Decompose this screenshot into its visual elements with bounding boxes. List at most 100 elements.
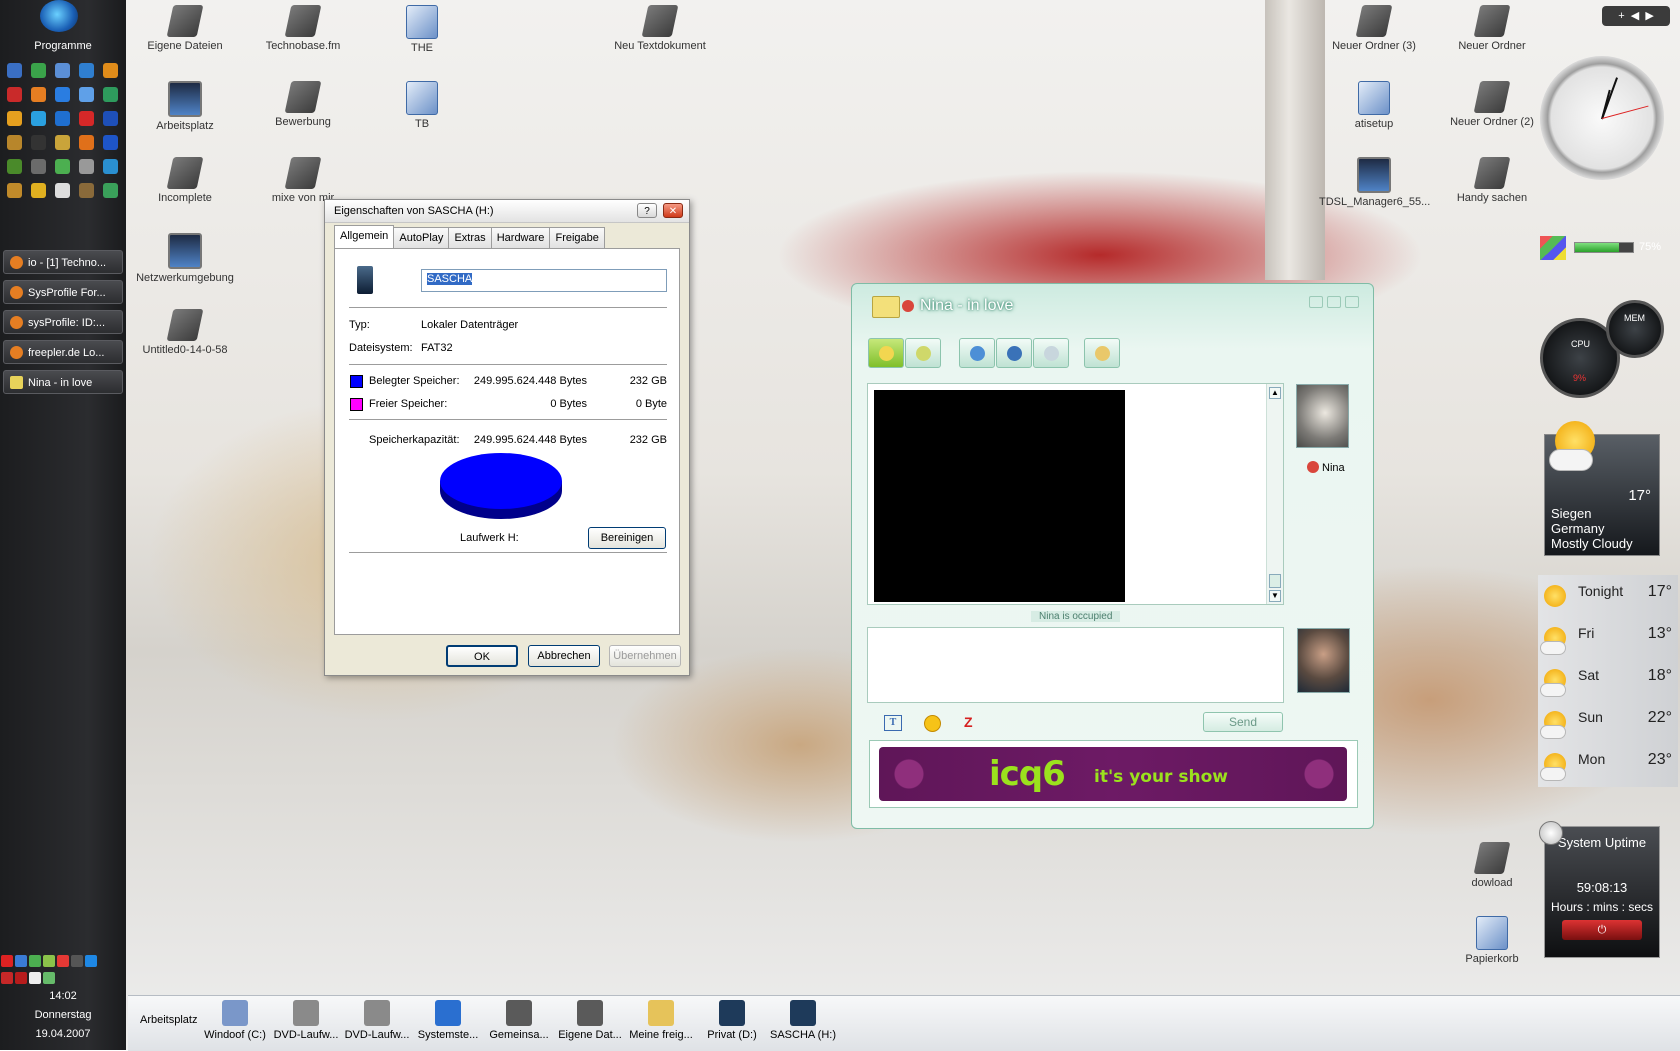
desktop-icon[interactable]: Neuer Ordner — [1437, 5, 1547, 52]
ok-button[interactable]: OK — [446, 645, 518, 667]
dock-item[interactable]: DVD-Laufw... — [270, 1000, 342, 1041]
quick-launch-icon[interactable] — [79, 159, 94, 174]
desktop-icon[interactable]: Bewerbung — [248, 81, 358, 128]
desktop-icon[interactable]: Neuer Ordner (3) — [1319, 5, 1429, 52]
close-icon[interactable] — [1345, 296, 1359, 308]
dock-item[interactable]: Privat (D:) — [696, 1000, 768, 1041]
cancel-button[interactable]: Abbrechen — [528, 645, 600, 667]
quick-launch-icon[interactable] — [79, 135, 94, 150]
taskbar-button-firefox-4[interactable]: freepler.de Lo... — [3, 340, 123, 364]
quick-launch-icon[interactable] — [55, 135, 70, 150]
scroll-down-icon[interactable]: ▼ — [1269, 590, 1281, 602]
dock-item[interactable]: SASCHA (H:) — [767, 1000, 839, 1041]
users-icon[interactable] — [43, 955, 55, 967]
start-orb-icon[interactable] — [40, 0, 78, 32]
tray-clock-time[interactable]: 14:02 — [0, 990, 126, 1002]
desktop-icon[interactable]: Eigene Dateien — [130, 5, 240, 52]
tab-freigabe[interactable]: Freigabe — [549, 227, 605, 248]
programs-label[interactable]: Programme — [0, 40, 126, 52]
desktop-icon[interactable]: Technobase.fm — [248, 5, 358, 52]
memory-meter-gadget[interactable]: 75% — [1540, 236, 1665, 260]
advertisement-banner[interactable]: icq6 it's your show — [869, 740, 1358, 808]
power-icon[interactable]: ⏻ — [1562, 920, 1642, 940]
quick-launch-icon[interactable] — [31, 111, 46, 126]
buzz-icon[interactable]: Z — [964, 714, 973, 730]
taskbar-button-firefox-2[interactable]: SysProfile For... — [3, 280, 123, 304]
volume-icon[interactable] — [29, 972, 41, 984]
quick-launch-icon[interactable] — [31, 183, 46, 198]
quick-launch-icon[interactable] — [7, 159, 22, 174]
quick-launch-icon[interactable] — [79, 183, 94, 198]
video-call-button[interactable] — [996, 338, 1032, 368]
previous-page-icon[interactable]: ◀ — [1631, 10, 1639, 22]
desktop-icon[interactable]: THE — [367, 5, 477, 54]
taskbar-button-firefox-1[interactable]: io - [1] Techno... — [3, 250, 123, 274]
desktop-icon[interactable]: Incomplete — [130, 157, 240, 204]
quick-launch-icon[interactable] — [31, 87, 46, 102]
calendar-icon[interactable] — [57, 955, 69, 967]
voice-call-button[interactable] — [959, 338, 995, 368]
quick-launch-icon[interactable] — [55, 183, 70, 198]
quick-launch-icon[interactable] — [103, 135, 118, 150]
quick-launch-icon[interactable] — [55, 111, 70, 126]
quick-launch-icon[interactable] — [7, 135, 22, 150]
settings-icon[interactable] — [85, 955, 97, 967]
quick-launch-icon[interactable] — [7, 111, 22, 126]
shield-icon[interactable] — [15, 972, 27, 984]
send-button[interactable]: Send — [1203, 712, 1283, 732]
chat-window-title[interactable]: Nina - in love — [920, 297, 1013, 315]
quick-launch-icon[interactable] — [79, 63, 94, 78]
message-history[interactable]: ▲ ▼ — [867, 383, 1284, 605]
dialog-titlebar[interactable]: Eigenschaften von SASCHA (H:) ? ✕ — [325, 200, 689, 223]
quick-launch-icon[interactable] — [103, 111, 118, 126]
network-icon[interactable] — [15, 955, 27, 967]
quick-launch-icon[interactable] — [103, 87, 118, 102]
tab-autoplay[interactable]: AutoPlay — [393, 227, 450, 248]
drive-name-field[interactable]: SASCHA — [421, 269, 667, 292]
scroll-thumb[interactable] — [1269, 574, 1281, 588]
quick-launch-icon[interactable] — [31, 63, 46, 78]
quick-launch-icon[interactable] — [55, 159, 70, 174]
dock-item[interactable]: Systemste... — [412, 1000, 484, 1041]
close-button[interactable]: ✕ — [663, 203, 683, 218]
message-input[interactable] — [867, 627, 1284, 703]
add-gadget-icon[interactable]: + — [1618, 10, 1624, 22]
sms-mode-button[interactable] — [905, 338, 941, 368]
desktop-icon[interactable]: Netzwerkumgebung — [130, 233, 240, 284]
history-button[interactable] — [1084, 338, 1120, 368]
apply-button[interactable]: Übernehmen — [609, 645, 681, 667]
desktop-icon[interactable]: Untitled0-14-0-58 — [130, 309, 240, 356]
contact-avatar[interactable] — [1296, 384, 1349, 448]
dock-item[interactable]: Eigene Dat... — [554, 1000, 626, 1041]
next-page-icon[interactable]: ▶ — [1645, 10, 1653, 22]
tab-hardware[interactable]: Hardware — [490, 227, 551, 248]
dock-item[interactable]: Windoof (C:) — [199, 1000, 271, 1041]
contact-name[interactable]: Nina — [1322, 462, 1345, 474]
tab-extras[interactable]: Extras — [448, 227, 492, 248]
emoticon-icon[interactable] — [924, 715, 941, 732]
taskbar-button-icq[interactable]: Nina - in love — [3, 370, 123, 394]
analog-clock-gadget[interactable] — [1540, 56, 1664, 180]
quick-launch-icon[interactable] — [79, 111, 94, 126]
forecast-gadget[interactable]: Tonight 17° Fri 13° Sat 18° Sun 22° Mon 23° — [1538, 575, 1678, 787]
tab-allgemein[interactable]: Allgemein — [334, 225, 395, 248]
quick-launch-icon[interactable] — [103, 183, 118, 198]
monitor-icon[interactable] — [71, 955, 83, 967]
antivir-icon[interactable] — [1, 955, 13, 967]
dock-item[interactable]: DVD-Laufw... — [341, 1000, 413, 1041]
dock-item[interactable]: Meine freig... — [625, 1000, 697, 1041]
quick-launch-icon[interactable] — [103, 63, 118, 78]
ati-icon[interactable] — [1, 972, 13, 984]
quick-launch-icon[interactable] — [31, 135, 46, 150]
desktop-icon[interactable]: TDSL_Manager6_55... — [1319, 157, 1430, 208]
desktop-icon[interactable]: Neu Textdokument — [605, 5, 715, 52]
weather-gadget[interactable]: 17° Siegen Germany Mostly Cloudy — [1544, 421, 1660, 556]
quick-launch-icon[interactable] — [7, 87, 22, 102]
desktop-icon[interactable]: mixe von mir — [248, 157, 358, 204]
cpu-meter-gadget[interactable]: CPU 9% MEM — [1540, 300, 1666, 400]
dock-item[interactable]: Gemeinsa... — [483, 1000, 555, 1041]
quick-launch-icon[interactable] — [7, 63, 22, 78]
taskbar-button-firefox-3[interactable]: sysProfile: ID:... — [3, 310, 123, 334]
messenger-icon[interactable] — [29, 955, 41, 967]
desktop-icon[interactable]: Arbeitsplatz — [130, 81, 240, 132]
